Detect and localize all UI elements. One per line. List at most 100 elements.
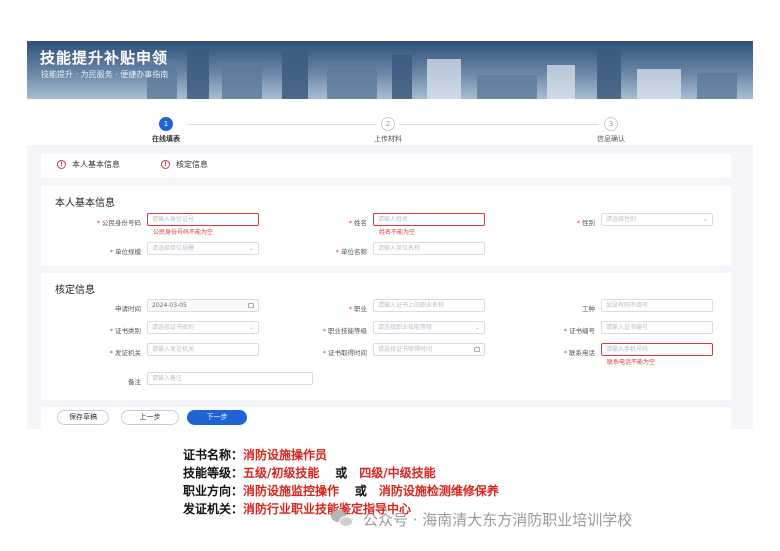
id-number-input[interactable]: 请输入身份证号 bbox=[147, 213, 259, 226]
cert-date-picker[interactable]: 请选择证书取得时间 bbox=[373, 343, 485, 356]
phone-field: * 联系电话 请输入手机号码 联系电话不能为空 bbox=[521, 343, 713, 366]
step-upload: 2 上传材料 bbox=[348, 117, 428, 144]
chevron-down-icon: ⌄ bbox=[474, 324, 480, 331]
tab-basic-info[interactable]: ! 本人基本信息 bbox=[57, 159, 120, 170]
calendar-icon bbox=[248, 303, 254, 308]
step-number: 2 bbox=[381, 117, 395, 131]
step-label: 上传材料 bbox=[374, 135, 402, 143]
watermark-text: 公众号 · 海南清大东方消防职业培训学校 bbox=[363, 511, 633, 529]
unit-name-field: * 单位名称 请输入单位名称 bbox=[293, 242, 485, 256]
trade-input[interactable]: 如没有则不填写 bbox=[601, 299, 713, 312]
field-label: 性别 bbox=[582, 219, 595, 227]
tab-label: 本人基本信息 bbox=[72, 160, 120, 169]
step-label: 在线填表 bbox=[152, 135, 180, 143]
field-label: 申请时间 bbox=[115, 305, 141, 313]
remark-field: 备注 请输入备注 bbox=[65, 372, 313, 386]
field-label: 工种 bbox=[582, 305, 595, 313]
issuer-field: * 发证机关 请输入发证机关 bbox=[65, 343, 259, 357]
banner-subtitle: 技能提升 · 为民服务 · 便捷办事指南 bbox=[41, 70, 169, 79]
id-number-field: * 公民身份号码 请输入身份证号 公民身份号码不能为空 bbox=[65, 213, 259, 236]
banner-building bbox=[547, 65, 575, 99]
field-label: 职业技能等级 bbox=[328, 327, 367, 335]
caption-row-cert-name: 证书名称：消防设施操作员 bbox=[183, 448, 328, 462]
cert-no-field: * 证书编号 请输入证书编号 bbox=[521, 321, 713, 335]
issuer-input[interactable]: 请输入发证机关 bbox=[147, 343, 259, 356]
gender-select[interactable]: 请选择性别 ⌄ bbox=[601, 213, 713, 226]
trade-field: 工种 如没有则不填写 bbox=[521, 299, 713, 313]
field-label: 证书编号 bbox=[569, 327, 595, 335]
field-label: 联系电话 bbox=[569, 349, 595, 357]
next-step-button[interactable]: 下一步 bbox=[187, 410, 247, 425]
banner-building bbox=[222, 63, 262, 99]
skill-level-select[interactable]: 请选择职业技能等级 ⌄ bbox=[373, 321, 485, 334]
chevron-down-icon: ⌄ bbox=[248, 324, 254, 331]
caption-row-direction: 职业方向：消防设施监控操作 或消防设施检测维修保养 bbox=[183, 484, 499, 498]
field-label: 单位名称 bbox=[341, 248, 367, 256]
banner-building bbox=[187, 47, 209, 99]
id-number-error: 公民身份号码不能为空 bbox=[153, 229, 214, 236]
cert-date-field: * 证书取得时间 请选择证书取得时间 bbox=[293, 343, 485, 357]
step-fill-form: 1 在线填表 bbox=[126, 117, 206, 144]
basic-info-section: 本人基本信息 * 公民身份号码 请输入身份证号 公民身份号码不能为空 * 姓名 请输… bbox=[41, 186, 731, 266]
tab-label: 核定信息 bbox=[176, 160, 208, 169]
step-number: 1 bbox=[159, 117, 173, 131]
step-indicator: 1 在线填表 2 上传材料 3 信息确认 bbox=[27, 99, 753, 145]
field-label: 公民身份号码 bbox=[102, 219, 141, 227]
field-label: 职业 bbox=[354, 305, 367, 313]
watermark: 公众号 · 海南清大东方消防职业培训学校 bbox=[331, 509, 632, 530]
warning-icon: ! bbox=[57, 160, 66, 169]
banner-title: 技能提升补贴申领 bbox=[40, 49, 169, 67]
field-label: 单位规模 bbox=[115, 248, 141, 256]
field-label: 发证机关 bbox=[115, 349, 141, 357]
field-label: 备注 bbox=[128, 378, 141, 386]
cert-no-input[interactable]: 请输入证书编号 bbox=[601, 321, 713, 334]
job-field: * 职业 请输入证书上的职业名称 bbox=[293, 299, 485, 313]
name-field: * 姓名 请输入姓名 姓名不能为空 bbox=[293, 213, 485, 236]
unit-name-input[interactable]: 请输入单位名称 bbox=[373, 242, 485, 255]
step-number: 3 bbox=[604, 117, 618, 131]
wechat-icon bbox=[331, 509, 355, 530]
cert-caption: 证书名称：消防设施操作员 技能等级：五级/初级技能 或四级/中级技能 职业方向：… bbox=[183, 446, 499, 518]
calendar-icon bbox=[474, 347, 480, 352]
apply-time-field: 申请时间 2024-03-05 bbox=[65, 299, 259, 313]
phone-input[interactable]: 请输入手机号码 bbox=[601, 343, 713, 356]
tab-verify-info[interactable]: ! 核定信息 bbox=[161, 159, 208, 170]
phone-error: 联系电话不能为空 bbox=[607, 359, 656, 366]
apply-time-input: 2024-03-05 bbox=[147, 299, 259, 312]
chevron-down-icon: ⌄ bbox=[248, 245, 254, 252]
step-confirm: 3 信息确认 bbox=[571, 117, 651, 144]
banner-building bbox=[282, 51, 308, 99]
banner-building bbox=[477, 75, 537, 99]
gender-field: * 性别 请选择性别 ⌄ bbox=[521, 213, 713, 227]
save-draft-button[interactable]: 保存草稿 bbox=[57, 410, 109, 425]
prev-step-button[interactable]: 上一步 bbox=[121, 410, 179, 425]
section-title: 本人基本信息 bbox=[55, 198, 115, 209]
warning-icon: ! bbox=[161, 160, 170, 169]
field-label: 姓名 bbox=[354, 219, 367, 227]
field-label: 证书类别 bbox=[115, 327, 141, 335]
step-label: 信息确认 bbox=[597, 135, 625, 143]
verify-info-section: 核定信息 申请时间 2024-03-05 * 职业 请输入证书上的职业名称 工种 … bbox=[41, 273, 731, 400]
unit-scale-select[interactable]: 请选择单位规模 ⌄ bbox=[147, 242, 259, 255]
page-banner: 技能提升补贴申领 技能提升 · 为民服务 · 便捷办事指南 bbox=[27, 41, 753, 99]
skill-level-field: * 职业技能等级 请选择职业技能等级 ⌄ bbox=[293, 321, 485, 335]
name-input[interactable]: 请输入姓名 bbox=[373, 213, 485, 226]
cert-type-field: * 证书类别 请选择证书类别 ⌄ bbox=[65, 321, 259, 335]
remark-input[interactable]: 请输入备注 bbox=[147, 372, 313, 385]
section-title: 核定信息 bbox=[55, 285, 95, 296]
banner-building bbox=[637, 69, 681, 99]
banner-building bbox=[327, 69, 377, 99]
step-connector bbox=[399, 124, 599, 125]
unit-scale-field: * 单位规模 请选择单位规模 ⌄ bbox=[65, 242, 259, 256]
cert-type-select[interactable]: 请选择证书类别 ⌄ bbox=[147, 321, 259, 334]
banner-building bbox=[597, 49, 621, 99]
section-tabs: ! 本人基本信息 ! 核定信息 bbox=[41, 154, 731, 178]
job-input[interactable]: 请输入证书上的职业名称 bbox=[373, 299, 485, 312]
banner-building bbox=[392, 55, 412, 99]
screenshot-frame: 技能提升补贴申领 技能提升 · 为民服务 · 便捷办事指南 1 在线填表 2 上… bbox=[27, 41, 753, 429]
banner-building bbox=[697, 73, 737, 99]
banner-building bbox=[427, 59, 461, 99]
field-label: 证书取得时间 bbox=[328, 349, 367, 357]
name-error: 姓名不能为空 bbox=[379, 229, 416, 236]
chevron-down-icon: ⌄ bbox=[702, 216, 708, 223]
